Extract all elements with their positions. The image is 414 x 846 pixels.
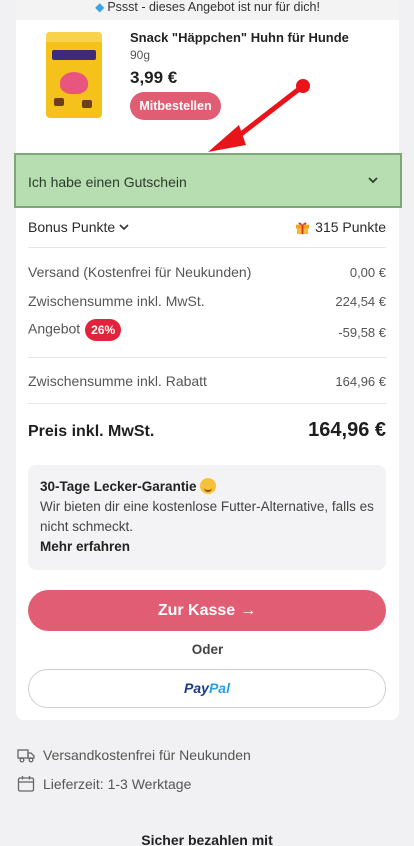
or-separator: Oder <box>191 642 224 657</box>
checkout-button[interactable]: Zur Kasse → <box>28 590 386 631</box>
calendar-icon <box>17 776 35 792</box>
voucher-label: Ich habe einen Gutschein <box>28 174 187 190</box>
subtotal-value: 224,54 € <box>335 294 386 309</box>
total-label: Preis inkl. MwSt. <box>28 423 155 440</box>
chevron-down-icon[interactable] <box>366 173 380 187</box>
smiley-icon <box>199 478 216 494</box>
product-price: 3,99 € <box>130 68 178 87</box>
bonus-points-value: 315 Punkte <box>295 219 386 235</box>
paypal-logo-pay: Pay <box>184 680 209 696</box>
offer-value: -59,58 € <box>338 325 386 340</box>
cart-card: ◆ Pssst - dieses Angebot ist nur für dich… <box>16 0 399 720</box>
subtotal-discount-value: 164,96 € <box>335 374 386 389</box>
guarantee-box: 30-Tage Lecker-Garantie Wir bieten dir e… <box>28 465 386 570</box>
divider <box>28 247 386 248</box>
discount-badge: 26% <box>85 319 122 341</box>
learn-more-link[interactable]: Mehr erfahren <box>40 537 374 557</box>
truck-icon <box>17 749 35 763</box>
add-to-order-button[interactable]: Mitbestellen <box>130 92 221 120</box>
subtotal-discount-label: Zwischensumme inkl. Rabatt <box>28 373 207 389</box>
divider <box>28 403 386 404</box>
subtotal-label: Zwischensumme inkl. MwSt. <box>28 293 205 309</box>
secure-payment-title: Sicher bezahlen mit <box>141 832 273 846</box>
guarantee-title: 30-Tage Lecker-Garantie <box>40 479 197 494</box>
guarantee-text: Wir bieten dir eine kostenlose Futter-Al… <box>40 499 374 534</box>
product-title[interactable]: Snack "Häppchen" Huhn für Hunde <box>130 30 349 45</box>
shipping-value: 0,00 € <box>349 265 386 280</box>
product-image[interactable] <box>46 32 102 118</box>
delivery-info: Lieferzeit: 1-3 Werktage <box>17 775 191 793</box>
bonus-points-toggle[interactable]: Bonus Punkte <box>28 219 115 235</box>
gift-icon <box>296 222 310 234</box>
promo-banner: ◆ Pssst - dieses Angebot ist nur für dich… <box>16 0 399 20</box>
paypal-button[interactable]: PayPal <box>28 669 386 708</box>
offer-label: Angebot <box>28 320 81 337</box>
paypal-logo-pal: Pal <box>208 680 230 696</box>
gem-icon: ◆ <box>95 0 105 14</box>
total-value: 164,96 € <box>308 419 386 441</box>
shipping-label: Versand (Kostenfrei für Neukunden) <box>28 264 252 280</box>
divider <box>28 357 386 358</box>
shipping-info: Versandkostenfrei für Neukunden <box>17 746 251 764</box>
arrow-right-icon: → <box>240 602 257 619</box>
offer-row: Angebot 26% <box>28 319 122 341</box>
product-weight: 90g <box>130 48 151 62</box>
chevron-down-icon[interactable] <box>118 221 130 233</box>
voucher-toggle[interactable]: Ich habe einen Gutschein <box>14 153 402 208</box>
